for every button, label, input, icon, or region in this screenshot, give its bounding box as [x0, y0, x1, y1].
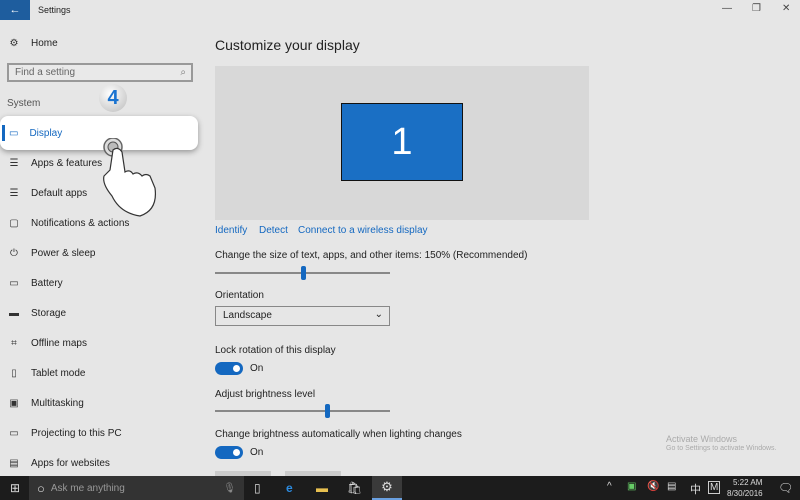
section-label: System — [7, 98, 41, 109]
clock-date[interactable]: 8/30/2016 — [727, 489, 763, 498]
cortana-placeholder: Ask me anything — [50, 482, 125, 494]
multitask-icon: ▣ — [9, 398, 19, 409]
sidebar-item-label: Projecting to this PC — [31, 428, 122, 439]
sidebar-item-home[interactable]: ⚙ Home — [7, 38, 58, 49]
sidebar-item-label: Default apps — [31, 188, 88, 199]
sidebar-item-power-sleep[interactable]: ⏻ Power & sleep — [7, 248, 95, 259]
lock-rotation-label: Lock rotation of this display — [215, 345, 336, 356]
tablet-icon: ▯ — [11, 368, 17, 379]
auto-brightness-label: Change brightness automatically when lig… — [215, 429, 462, 440]
clock-time[interactable]: 5:22 AM — [733, 478, 762, 487]
ime-mode[interactable]: M — [708, 481, 721, 494]
sidebar-item-apps-for-websites[interactable]: ▤ Apps for websites — [7, 458, 110, 469]
network-icon[interactable]: ▣ — [627, 481, 636, 492]
search-input[interactable]: Find a setting ⌕ — [7, 63, 193, 82]
message-icon: ▢ — [9, 218, 19, 229]
maximize-button[interactable]: ❐ — [752, 3, 761, 14]
action-center-icon[interactable]: 🗨 — [778, 481, 793, 495]
scale-slider-thumb[interactable] — [300, 266, 306, 280]
activation-title: Activate Windows — [666, 434, 738, 444]
chevron-up-icon[interactable]: ^ — [607, 481, 612, 492]
list-icon: ☰ — [9, 158, 19, 169]
map-icon: ⌗ — [11, 338, 17, 349]
edge-icon[interactable]: e — [286, 481, 293, 495]
step-badge: 4 — [99, 84, 127, 112]
minimize-button[interactable]: — — [722, 3, 732, 14]
chevron-down-icon: ⌄ — [374, 309, 383, 320]
orientation-select[interactable]: Landscape ⌄ — [215, 306, 390, 326]
sidebar-item-storage[interactable]: ▬ Storage — [7, 308, 66, 319]
sidebar-item-label: Multitasking — [31, 398, 84, 409]
ime-indicator[interactable]: 中 — [690, 481, 701, 497]
activation-sub: Go to Settings to activate Windows. — [666, 445, 777, 452]
detect-link[interactable]: Detect — [259, 225, 288, 236]
window-title: Settings — [38, 5, 71, 15]
sidebar-item-label: Power & sleep — [31, 248, 96, 259]
task-view-icon[interactable]: ▯ — [254, 481, 261, 495]
sidebar-item-label: Apps & features — [31, 158, 103, 169]
sidebar-item-label: Tablet mode — [31, 368, 86, 379]
auto-brightness-toggle[interactable] — [215, 446, 243, 459]
orientation-value: Landscape — [223, 310, 272, 321]
scale-slider[interactable] — [215, 266, 390, 280]
sidebar-item-label: Battery — [31, 278, 63, 289]
cortana-icon: ○ — [37, 480, 45, 496]
close-button[interactable]: ✕ — [782, 3, 790, 14]
sidebar-item-battery[interactable]: ▭ Battery — [7, 278, 63, 289]
cortana-search[interactable]: ○ Ask me anything 🎙 — [29, 476, 244, 500]
hand-pointer-icon — [103, 138, 157, 217]
display-label: Display — [29, 127, 63, 139]
battery-icon: ▭ — [9, 278, 19, 289]
web-app-icon: ▤ — [9, 458, 19, 469]
lock-rotation-toggle[interactable] — [215, 362, 243, 375]
brightness-slider[interactable] — [215, 404, 390, 418]
power-icon: ⏻ — [10, 248, 18, 259]
brightness-slider-thumb[interactable] — [325, 404, 330, 418]
settings-taskbar-icon[interactable]: ⚙ — [372, 476, 402, 500]
lock-rotation-state: On — [250, 363, 264, 374]
start-button[interactable]: ⊞ — [10, 481, 20, 495]
file-explorer-icon[interactable]: ▬ — [316, 481, 328, 495]
sidebar-item-label: Apps for websites — [31, 458, 110, 469]
back-button[interactable]: ← — [0, 0, 30, 20]
gear-icon: ⚙ — [9, 38, 19, 49]
identify-link[interactable]: Identify — [215, 225, 247, 236]
search-icon: ⌕ — [180, 67, 186, 78]
search-placeholder: Find a setting — [15, 67, 76, 78]
sidebar-item-default-apps[interactable]: ☰ Default apps — [7, 188, 88, 199]
sidebar-item-label: Offline maps — [31, 338, 87, 349]
sidebar-item-projecting-to-this-pc[interactable]: ▭ Projecting to this PC — [7, 428, 122, 439]
keyboard-icon[interactable]: ▤ — [667, 481, 676, 492]
monitor-1[interactable]: 1 — [341, 103, 463, 181]
sidebar-item-multitasking[interactable]: ▣ Multitasking — [7, 398, 84, 409]
taskbar: ⊞ ○ Ask me anything 🎙 ▯ e ▬ 🛍 ⚙ ^ ▣ 🔇 ▤ 中 … — [0, 476, 800, 500]
monitor-icon: ▭ — [9, 127, 19, 139]
sidebar-item-display[interactable]: ▭ Display — [0, 116, 198, 150]
list-icon: ☰ — [9, 188, 19, 199]
brightness-label: Adjust brightness level — [215, 389, 316, 400]
microphone-icon: 🎙 — [223, 482, 236, 494]
orientation-label: Orientation — [215, 290, 264, 301]
project-icon: ▭ — [9, 428, 19, 439]
home-label: Home — [31, 38, 58, 49]
title-bar: ← Settings — ❐ ✕ — [0, 0, 800, 20]
wireless-display-link[interactable]: Connect to a wireless display — [298, 225, 428, 236]
volume-muted-icon[interactable]: 🔇 — [647, 481, 659, 492]
page-title: Customize your display — [215, 37, 360, 53]
scale-label: Change the size of text, apps, and other… — [215, 250, 528, 261]
storage-icon: ▬ — [9, 308, 19, 319]
store-icon[interactable]: 🛍 — [347, 481, 362, 495]
sidebar-item-label: Storage — [31, 308, 67, 319]
sidebar-item-apps-features[interactable]: ☰ Apps & features — [7, 158, 103, 169]
sidebar-item-tablet-mode[interactable]: ▯ Tablet mode — [7, 368, 85, 379]
sidebar-item-offline-maps[interactable]: ⌗ Offline maps — [7, 338, 87, 349]
auto-brightness-state: On — [250, 447, 264, 458]
